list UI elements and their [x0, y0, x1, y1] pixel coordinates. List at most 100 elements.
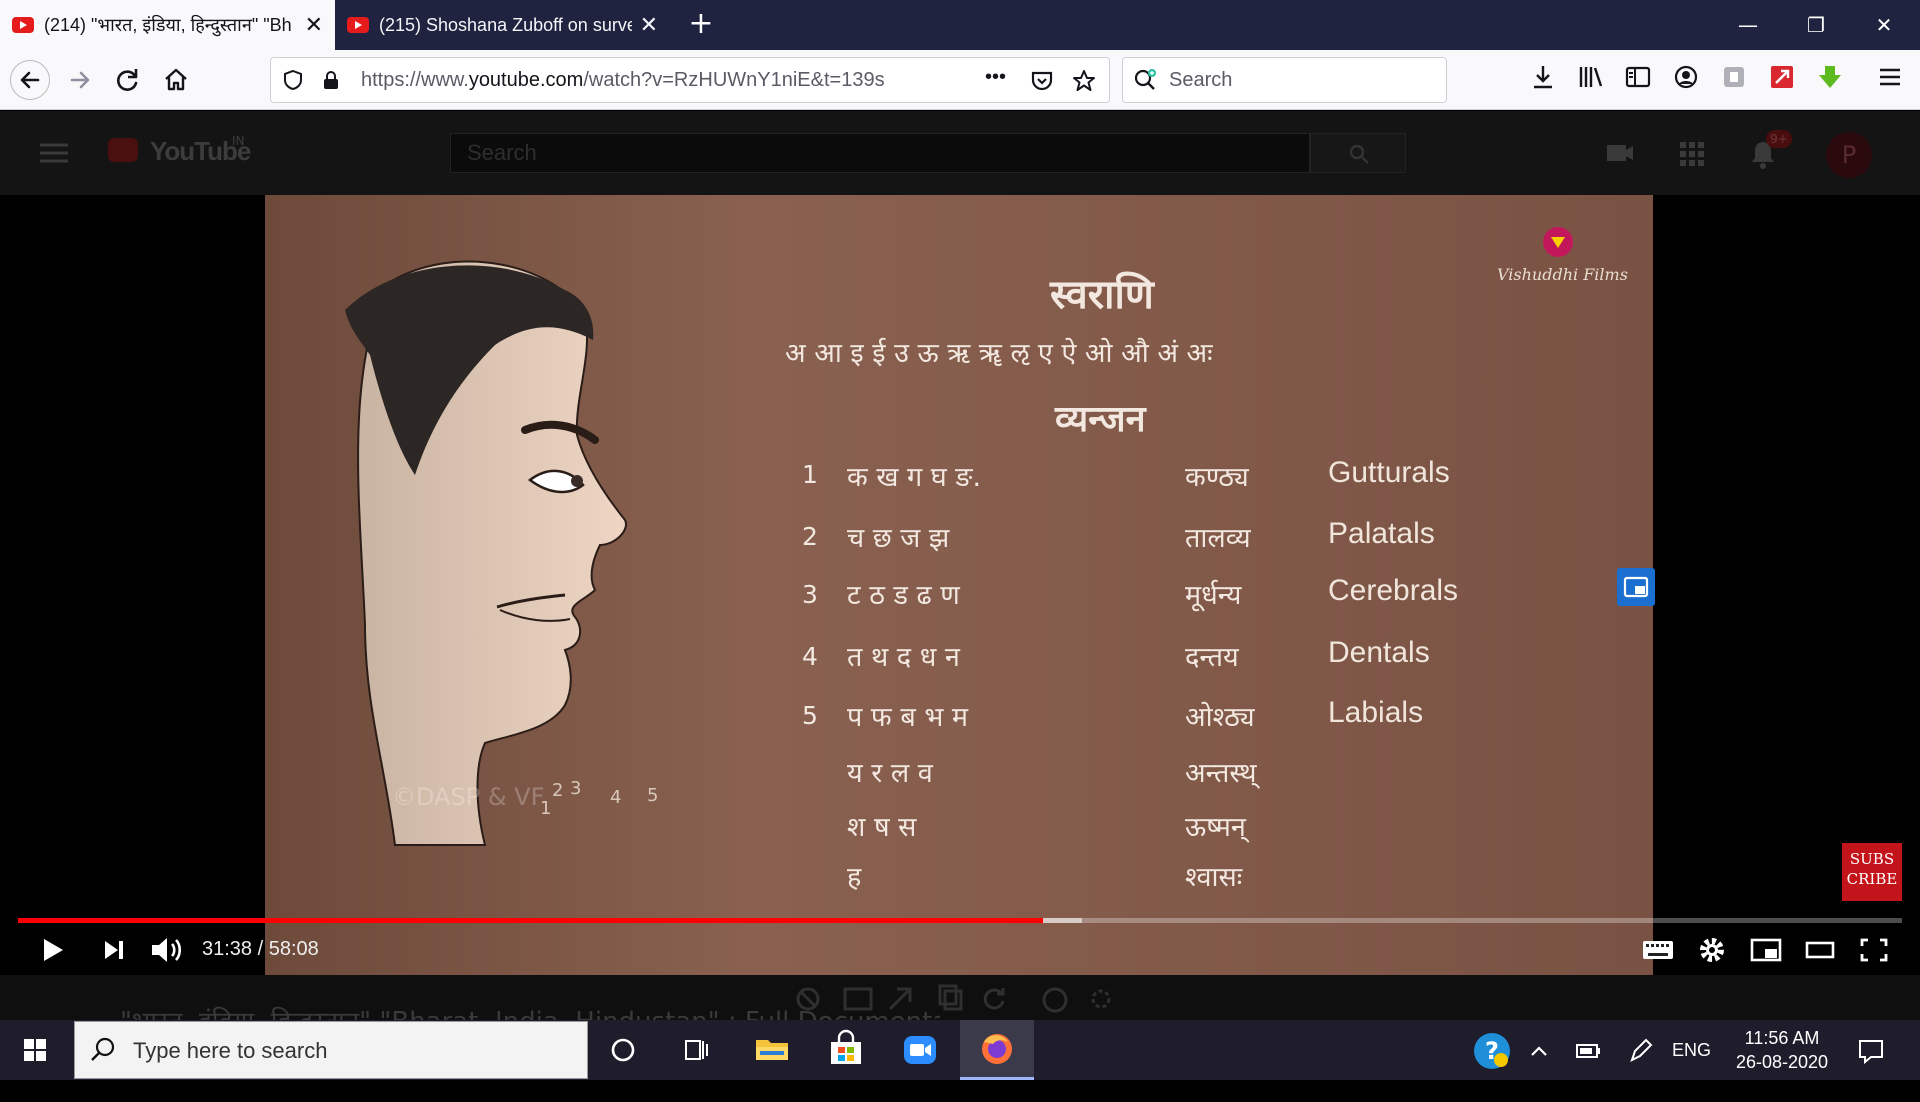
search-placeholder: Search: [1169, 69, 1233, 91]
pip-overlay-button[interactable]: [1617, 568, 1655, 606]
pen-icon[interactable]: [1626, 1036, 1656, 1066]
cortana-button[interactable]: [593, 1020, 653, 1080]
row-sanskrit-category: ऊष्मन्: [1185, 812, 1246, 843]
pocket-icon[interactable]: [1029, 68, 1055, 94]
row-sanskrit-category: मूर्धन्य: [1185, 580, 1242, 611]
minimize-button[interactable]: —: [1714, 0, 1782, 50]
theater-mode-button[interactable]: [1798, 930, 1842, 970]
row-letters: ह: [847, 862, 862, 893]
extension-puzzle-icon[interactable]: [1716, 62, 1752, 98]
avatar[interactable]: P: [1826, 132, 1872, 178]
extension-overlay-toolbar[interactable]: [795, 984, 1115, 1014]
mouth-label-3: 3: [570, 778, 582, 799]
menu-icon[interactable]: [1872, 62, 1908, 98]
duration: 58:08: [268, 938, 319, 960]
youtube-search-input[interactable]: Search: [450, 133, 1310, 173]
gear-icon: [1700, 938, 1724, 962]
mouth-label-5: 5: [647, 785, 659, 806]
youtube-search-button[interactable]: [1310, 133, 1406, 173]
tab-close-icon[interactable]: ✕: [640, 12, 658, 38]
row-letters: य र ल व: [847, 758, 933, 789]
row-english-category: Dentals: [1328, 636, 1430, 669]
firefox-taskbar-button[interactable]: [960, 1020, 1034, 1080]
forward-button[interactable]: [60, 60, 100, 100]
notification-badge: 9+: [1766, 130, 1792, 148]
row-letters: प फ ब भ म: [847, 702, 969, 733]
fullscreen-button[interactable]: [1852, 930, 1896, 970]
browser-search-bar[interactable]: Search: [1122, 57, 1447, 103]
progress-played: [18, 918, 1043, 923]
extension-red-icon[interactable]: [1764, 62, 1800, 98]
bookmark-star-icon[interactable]: [1071, 68, 1097, 94]
create-video-icon[interactable]: [1605, 140, 1635, 166]
zoom-app-button[interactable]: [890, 1020, 950, 1080]
row-sanskrit-category: श्वासः: [1185, 862, 1243, 893]
close-window-button[interactable]: ✕: [1850, 0, 1918, 50]
chevron-up-icon[interactable]: [1524, 1036, 1554, 1066]
home-icon: [165, 68, 187, 91]
subtitles-button[interactable]: [1636, 930, 1680, 970]
settings-button[interactable]: [1690, 930, 1734, 970]
play-button[interactable]: [30, 930, 74, 970]
account-icon[interactable]: [1668, 62, 1704, 98]
volume-button[interactable]: [146, 930, 190, 970]
apps-grid-icon[interactable]: [1678, 140, 1706, 168]
tab-close-icon[interactable]: ✕: [305, 12, 323, 38]
tab-youtube-zuboff[interactable]: (215) Shoshana Zuboff on surve ✕: [335, 0, 670, 50]
video-frame[interactable]: 1 2 3 4 5 ©DASP & VF Vishuddhi Films स्व…: [265, 195, 1653, 975]
fullscreen-icon: [1860, 938, 1888, 962]
subscribe-watermark-button[interactable]: SUBS CRIBE: [1842, 843, 1902, 901]
row-sanskrit-category: कण्ठ्य: [1185, 462, 1249, 493]
page-actions-button[interactable]: •••: [985, 66, 1006, 89]
url-text[interactable]: https://www.youtube.com/watch?v=RzHUWnY1…: [361, 69, 885, 92]
time-display: 31:38 / 58:08: [202, 936, 319, 962]
url-bar[interactable]: https://www.youtube.com/watch?v=RzHUWnY1…: [270, 57, 1110, 103]
miniplayer-button[interactable]: [1744, 930, 1788, 970]
tracking-shield-icon[interactable]: [281, 68, 305, 92]
url-prefix: https://www.: [361, 69, 469, 91]
start-button[interactable]: [5, 1020, 65, 1080]
reload-button[interactable]: [108, 60, 148, 100]
home-button[interactable]: [156, 60, 196, 100]
youtube-search-placeholder: Search: [467, 140, 537, 165]
svarani-heading: स्वराणि: [1050, 272, 1154, 318]
download-helper-icon[interactable]: [1812, 62, 1848, 98]
hamburger-menu-icon[interactable]: [38, 140, 70, 166]
youtube-favicon-icon: [347, 17, 369, 33]
taskbar-search-box[interactable]: Type here to search: [74, 1021, 588, 1079]
clock-time: 11:56 AM: [1744, 1028, 1820, 1048]
downloads-icon[interactable]: [1525, 62, 1561, 98]
new-tab-button[interactable]: +: [683, 6, 719, 42]
firefox-icon: [982, 1034, 1012, 1064]
help-badge-icon: [1494, 1053, 1508, 1067]
row-number: 3: [802, 580, 818, 609]
forward-arrow-icon: [70, 71, 90, 89]
row-english-category: Cerebrals: [1328, 574, 1459, 607]
language-indicator[interactable]: ENG: [1672, 1040, 1711, 1061]
url-path: /watch?v=RzHUWnY1niE&t=139s: [583, 69, 885, 91]
next-button[interactable]: [92, 930, 136, 970]
clock[interactable]: 11:56 AM 26-08-2020: [1730, 1026, 1834, 1074]
back-button[interactable]: [10, 60, 50, 100]
action-center-icon[interactable]: [1854, 1034, 1888, 1068]
keyboard-icon: [1643, 941, 1673, 959]
youtube-logo-icon[interactable]: [108, 138, 138, 162]
restore-button[interactable]: ❐: [1782, 0, 1850, 50]
url-domain: youtube.com: [468, 69, 584, 91]
cortana-circle-icon: [611, 1038, 635, 1062]
sidebar-icon[interactable]: [1620, 62, 1656, 98]
vishuddhi-films-logo-icon: [1543, 227, 1573, 257]
row-number: 4: [802, 642, 818, 671]
tab-youtube-bharat[interactable]: (214) "भारत, इंडिया, हिन्दुस्तान" "Bh ✕: [0, 0, 335, 50]
lock-icon[interactable]: [319, 68, 343, 92]
windows-logo-icon: [24, 1039, 46, 1061]
face-profile-illustration: [345, 260, 627, 846]
file-explorer-button[interactable]: [742, 1020, 802, 1080]
battery-icon[interactable]: [1572, 1036, 1602, 1066]
search-icon: [1349, 144, 1369, 164]
microsoft-store-button[interactable]: [816, 1020, 876, 1080]
task-view-button[interactable]: [666, 1020, 726, 1080]
library-icon[interactable]: [1573, 62, 1609, 98]
row-number: 1: [802, 460, 818, 489]
current-time: 31:38: [202, 938, 253, 960]
